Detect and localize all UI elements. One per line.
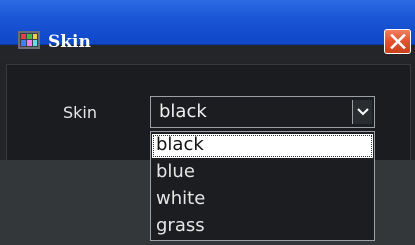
skin-select-dropdown-button[interactable] xyxy=(352,100,372,124)
close-icon xyxy=(390,34,406,49)
skin-dialog: Skin Skin black black blue white grass xyxy=(0,0,415,245)
skin-option-black[interactable]: black xyxy=(152,134,373,158)
window-title: Skin xyxy=(48,32,91,52)
skin-app-icon xyxy=(18,31,40,54)
skin-select[interactable]: black xyxy=(150,96,375,128)
skin-option-grass[interactable]: grass xyxy=(152,215,373,239)
title-bar[interactable]: Skin xyxy=(0,0,415,54)
chevron-down-icon xyxy=(357,108,369,116)
skin-option-blue[interactable]: blue xyxy=(152,161,373,185)
skin-dropdown-list: black blue white grass xyxy=(150,131,375,241)
skin-select-value: black xyxy=(159,101,207,122)
skin-option-white[interactable]: white xyxy=(152,188,373,212)
close-button[interactable] xyxy=(384,29,411,54)
skin-label: Skin xyxy=(63,103,98,122)
